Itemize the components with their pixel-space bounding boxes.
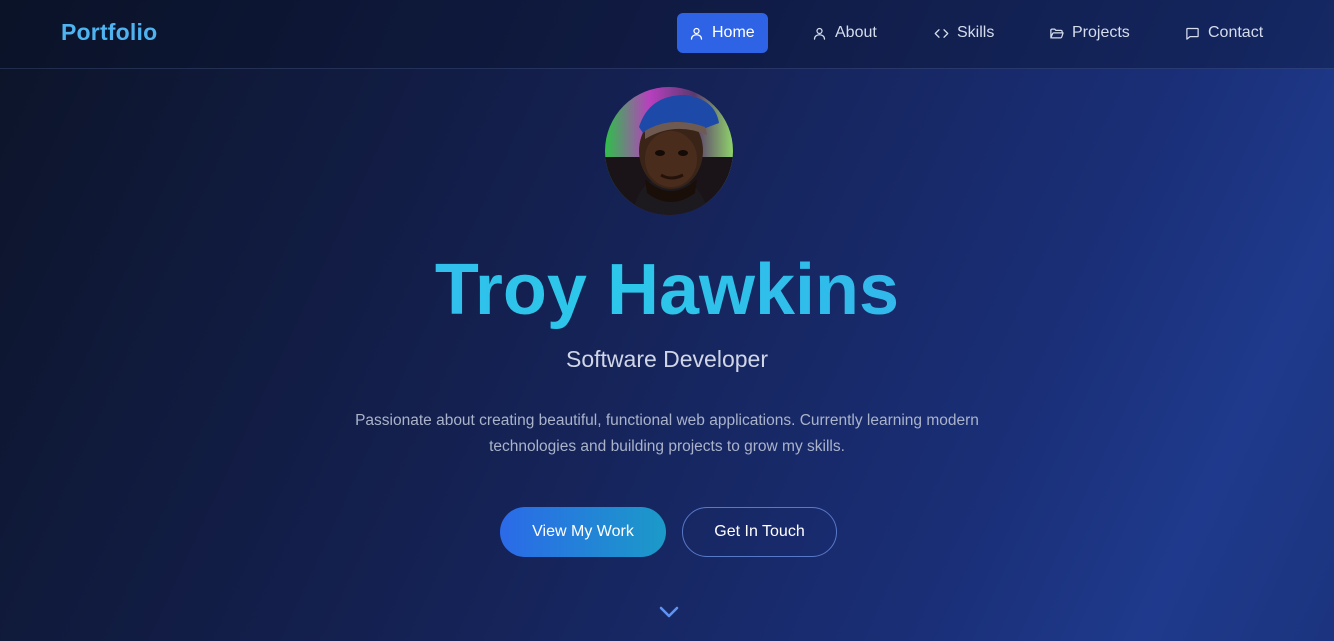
profile-photo [605,87,733,215]
hero-role: Software Developer [566,346,768,372]
brand-logo[interactable]: Portfolio [61,19,157,46]
nav-label-skills: Skills [957,24,995,41]
folder-icon [1050,28,1064,38]
get-in-touch-button[interactable]: Get In Touch [682,507,837,557]
user-icon [813,27,826,40]
user-icon [690,27,703,40]
chevron-down-icon[interactable] [657,602,681,624]
nav-label-about: About [835,24,877,41]
nav-label-projects: Projects [1072,24,1130,41]
nav-label-home: Home [712,24,755,41]
navbar: Portfolio Home About Skills Projects Con… [0,0,1334,69]
view-my-work-button[interactable]: View My Work [500,507,666,557]
code-icon [934,28,949,38]
hero-description: Passionate about creating beautiful, fun… [355,412,979,455]
nav-label-contact: Contact [1208,24,1264,41]
nav-item-projects[interactable]: Projects [1049,13,1130,53]
message-icon [1186,27,1199,40]
nav-item-home[interactable]: Home [677,13,768,53]
nav-item-contact[interactable]: Contact [1185,13,1263,53]
nav-item-skills[interactable]: Skills [934,13,994,53]
hero-name: Troy Hawkins [0,248,1334,332]
nav-item-about[interactable]: About [812,13,877,53]
